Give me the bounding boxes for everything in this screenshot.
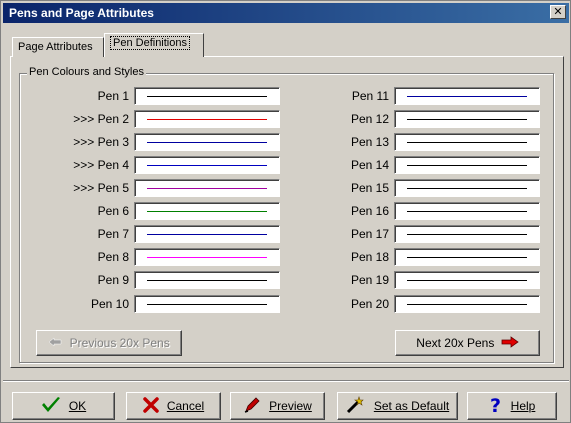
previous-pens-button[interactable]: Previous 20x Pens (36, 330, 182, 356)
pen-swatch[interactable] (394, 248, 540, 266)
pen-line-sample (407, 304, 527, 305)
cancel-label: Cancel (166, 399, 205, 413)
left-arrow-icon (48, 331, 62, 355)
pen-swatch[interactable] (394, 179, 540, 197)
pen-swatch[interactable] (134, 110, 280, 128)
pen-line-sample (147, 119, 267, 120)
dialog-window: Pens and Page Attributes ✕ Page Attribut… (0, 0, 571, 423)
title-bar[interactable]: Pens and Page Attributes ✕ (3, 3, 569, 23)
pen-label: Pen 20 (350, 297, 389, 311)
pen-swatch[interactable] (134, 156, 280, 174)
pen-swatch[interactable] (394, 202, 540, 220)
pen-swatch[interactable] (134, 87, 280, 105)
pen-line-sample (147, 280, 267, 281)
pen-swatch[interactable] (134, 179, 280, 197)
pen-line-sample (147, 234, 267, 235)
preview-button[interactable]: Preview (230, 392, 325, 420)
tab-label: Page Attributes (18, 41, 93, 53)
pen-line-sample (407, 280, 527, 281)
help-button[interactable]: ? Help (467, 392, 557, 420)
pen-line-sample (407, 188, 527, 189)
checkmark-icon (41, 396, 61, 417)
pen-icon (243, 396, 261, 417)
pen-line-sample (147, 304, 267, 305)
pen-swatch[interactable] (394, 156, 540, 174)
pen-label: Pen 19 (350, 273, 389, 287)
pen-line-sample (147, 211, 267, 212)
pen-line-sample (407, 234, 527, 235)
close-icon: ✕ (553, 6, 563, 18)
pen-label: Pen 14 (350, 158, 389, 172)
help-label: Help (510, 399, 536, 413)
pen-label: Pen 8 (97, 250, 129, 264)
pen-line-sample (147, 165, 267, 166)
pen-label: >>> Pen 5 (73, 181, 129, 195)
pen-swatch[interactable] (134, 133, 280, 151)
pen-line-sample (407, 119, 527, 120)
pen-label: Pen 1 (97, 89, 129, 103)
pen-line-sample (407, 96, 527, 97)
pen-swatch[interactable] (134, 271, 280, 289)
ok-label: OK (68, 399, 87, 413)
pen-swatch[interactable] (394, 110, 540, 128)
pen-label: Pen 7 (97, 227, 129, 241)
pen-line-sample (407, 257, 527, 258)
pen-label: Pen 15 (350, 181, 389, 195)
pen-swatch[interactable] (134, 225, 280, 243)
pen-label: Pen 6 (97, 204, 129, 218)
pen-line-sample (407, 142, 527, 143)
set-as-default-label: Set as Default (373, 399, 450, 413)
pen-label: Pen 17 (350, 227, 389, 241)
pen-swatch[interactable] (134, 295, 280, 313)
wand-icon (346, 395, 366, 417)
previous-pens-label: Previous 20x Pens (69, 336, 170, 350)
pen-label: >>> Pen 4 (73, 158, 129, 172)
tab-page-attributes[interactable]: Page Attributes (12, 37, 104, 57)
cancel-button[interactable]: Cancel (126, 392, 221, 420)
pen-label: Pen 9 (97, 273, 129, 287)
pen-swatch[interactable] (394, 225, 540, 243)
pen-swatch[interactable] (394, 295, 540, 313)
tab-pen-definitions[interactable]: Pen Definitions (104, 33, 204, 57)
pen-swatch[interactable] (134, 202, 280, 220)
x-icon (143, 396, 159, 416)
pen-swatch[interactable] (394, 271, 540, 289)
pen-label: >>> Pen 3 (73, 135, 129, 149)
pen-label: Pen 12 (350, 112, 389, 126)
pen-line-sample (407, 211, 527, 212)
pen-line-sample (147, 96, 267, 97)
pen-label: Pen 11 (351, 89, 389, 103)
pen-line-sample (147, 142, 267, 143)
pen-line-sample (407, 165, 527, 166)
set-as-default-button[interactable]: Set as Default (337, 392, 458, 420)
next-pens-button[interactable]: Next 20x Pens (395, 330, 540, 356)
pen-label: Pen 10 (90, 297, 129, 311)
question-icon: ? (489, 395, 503, 418)
pen-label: >>> Pen 2 (73, 112, 129, 126)
tab-label: Pen Definitions (110, 36, 190, 50)
ok-button[interactable]: OK (12, 392, 115, 420)
pen-line-sample (147, 257, 267, 258)
pen-swatch[interactable] (394, 133, 540, 151)
window-title: Pens and Page Attributes (9, 6, 154, 20)
right-arrow-icon (501, 332, 519, 356)
pen-label: Pen 13 (350, 135, 389, 149)
close-button[interactable]: ✕ (550, 5, 566, 19)
pen-label: Pen 16 (350, 204, 389, 218)
pen-line-sample (147, 188, 267, 189)
svg-text:?: ? (490, 395, 501, 415)
pen-swatch[interactable] (134, 248, 280, 266)
pen-label: Pen 18 (350, 250, 389, 264)
group-title: Pen Colours and Styles (27, 66, 146, 78)
pen-swatch[interactable] (394, 87, 540, 105)
next-pens-label: Next 20x Pens (416, 336, 495, 350)
preview-label: Preview (269, 399, 312, 413)
footer-separator (3, 380, 569, 382)
